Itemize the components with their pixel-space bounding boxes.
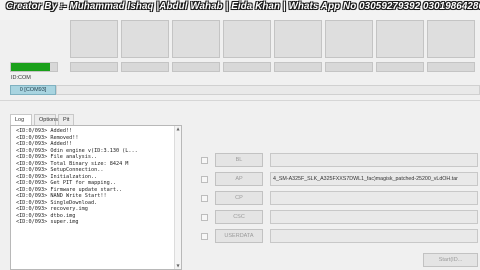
progress-cell xyxy=(376,62,424,72)
device-slot xyxy=(325,20,373,58)
csc-button[interactable]: CSC xyxy=(215,210,263,224)
device-slot xyxy=(121,20,169,58)
bl-checkbox[interactable] xyxy=(201,157,208,164)
cp-button[interactable]: CP xyxy=(215,191,263,205)
progress-row xyxy=(10,62,480,72)
progress-fill xyxy=(11,63,51,71)
banner-text: Creator By :- Muhammad Ishaq |Abdul Waha… xyxy=(6,1,480,12)
tab-pit[interactable]: Pit xyxy=(58,114,74,125)
userdata-path-field[interactable] xyxy=(270,229,478,243)
id-com-label: ID:COM xyxy=(11,75,31,81)
device-slot xyxy=(274,20,322,58)
progress-cell xyxy=(121,62,169,72)
progress-cell xyxy=(223,62,271,72)
device-slot xyxy=(70,20,118,58)
ap-checkbox[interactable] xyxy=(201,176,208,183)
progress-cell xyxy=(274,62,322,72)
log-panel[interactable]: <ID:0/093> Added!! <ID:0/093> Removed!! <I… xyxy=(10,125,182,270)
scroll-up-icon[interactable]: ▲ xyxy=(175,126,181,132)
cp-path-field[interactable] xyxy=(270,191,478,205)
ap-button[interactable]: AP xyxy=(215,172,263,186)
bl-button[interactable]: BL xyxy=(215,153,263,167)
device-slot xyxy=(376,20,424,58)
device-slot xyxy=(223,20,271,58)
log-scrollbar[interactable]: ▲ ▼ xyxy=(174,126,181,269)
tab-options[interactable]: Options xyxy=(34,114,58,125)
cp-checkbox[interactable] xyxy=(201,195,208,202)
tab-log[interactable]: Log xyxy=(10,114,32,125)
log-line: <ID:0/093> super.img xyxy=(16,219,79,225)
progress-cell xyxy=(70,62,118,72)
com-port-row xyxy=(56,85,480,95)
creator-banner: Creator By :- Muhammad Ishaq |Abdul Waha… xyxy=(0,0,480,20)
start-button[interactable]: Start(ID... xyxy=(423,253,478,267)
progress-cell xyxy=(427,62,475,72)
section-divider xyxy=(0,100,480,101)
device-slot xyxy=(172,20,220,58)
progress-bar xyxy=(10,62,58,72)
progress-cell xyxy=(325,62,373,72)
device-slot xyxy=(427,20,475,58)
csc-path-field[interactable] xyxy=(270,210,478,224)
scroll-down-icon[interactable]: ▼ xyxy=(175,263,181,269)
csc-checkbox[interactable] xyxy=(201,214,208,221)
userdata-checkbox[interactable] xyxy=(201,233,208,240)
userdata-button[interactable]: USERDATA xyxy=(215,229,263,243)
log-lines: <ID:0/093> Added!! <ID:0/093> Removed!! <I… xyxy=(16,128,138,226)
bl-path-field[interactable] xyxy=(270,153,478,167)
progress-cell xyxy=(172,62,220,72)
com-port-box: 0 [COM93] xyxy=(10,85,56,95)
ap-path-field[interactable]: 4_SM-A325F_SLK_A325FXXS7DWL1_fac)magisk_… xyxy=(270,172,478,186)
